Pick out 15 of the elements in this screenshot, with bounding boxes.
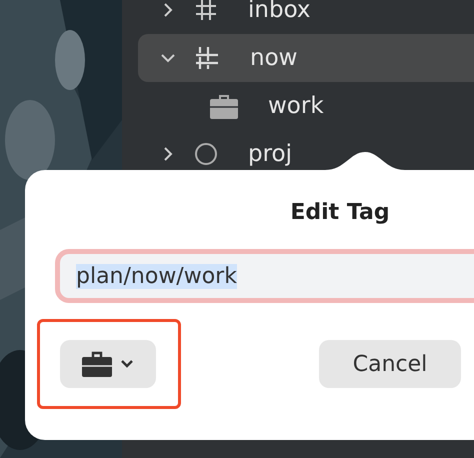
tag-name-field[interactable]: plan/now/work <box>55 249 474 303</box>
briefcase-icon <box>210 93 238 119</box>
cancel-button[interactable]: Cancel <box>319 340 461 388</box>
sidebar-item[interactable]: work <box>138 82 474 130</box>
sidebar-item[interactable]: proj <box>138 130 474 178</box>
sidebar-item-label: now <box>250 45 298 71</box>
icon-picker-button[interactable] <box>60 340 156 388</box>
hash-icon <box>194 0 218 22</box>
briefcase-icon <box>82 351 112 377</box>
sidebar-item[interactable]: now <box>138 34 474 82</box>
sidebar-item-label: proj <box>248 141 292 167</box>
sidebar-item-label: work <box>268 93 324 119</box>
chevron-down-icon <box>120 359 134 369</box>
sliders-icon <box>194 45 220 71</box>
dialog-title: Edit Tag <box>289 200 391 225</box>
